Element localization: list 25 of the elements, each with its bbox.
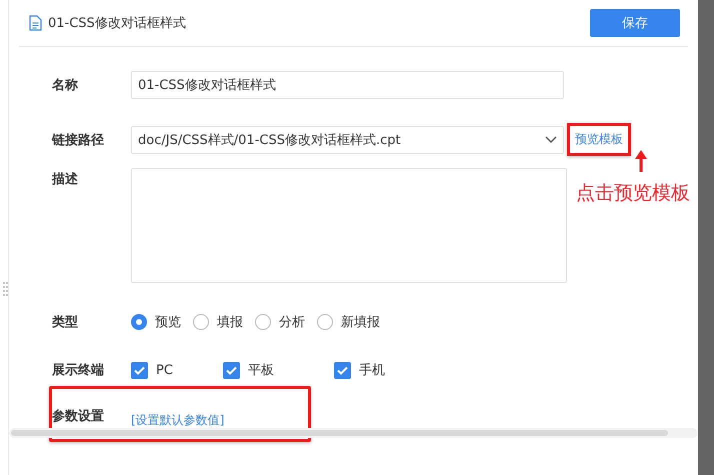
drag-handle-icon[interactable] [3, 282, 9, 296]
field-label: 参数设置 [51, 408, 105, 425]
scrollbar[interactable] [9, 428, 698, 438]
name-field[interactable]: 01-CSS修改对话框样式 [131, 71, 564, 99]
radio-option[interactable]: 新填报 [317, 313, 380, 331]
field-label: 类型 [50, 314, 79, 331]
radio-option[interactable]: 预览 [131, 313, 181, 331]
radio-option[interactable]: 分析 [255, 313, 305, 331]
checkbox-option[interactable]: 平板 [222, 361, 274, 379]
radio-option[interactable]: 填报 [193, 313, 243, 331]
field-label: 描述 [50, 171, 79, 188]
preview-link[interactable]: 预览模板 [575, 131, 623, 148]
document-icon [29, 15, 42, 31]
field-label: 展示终端 [51, 362, 105, 379]
default-params-link[interactable]: [设置默认参数值] [131, 412, 224, 429]
description-field[interactable] [131, 168, 567, 283]
field-label: 链接路径 [50, 132, 105, 148]
arrow-icon [635, 150, 647, 172]
checkbox-option[interactable]: PC [131, 362, 173, 378]
page-title: 01-CSS修改对话框样式 [48, 15, 186, 32]
path-select[interactable]: doc/JS/CSS样式/01-CSS修改对话框样式.cpt [131, 126, 564, 154]
save-button[interactable]: 保存 [590, 9, 680, 37]
field-label: 名称 [50, 77, 79, 94]
chevron-down-icon [545, 136, 557, 144]
checkbox-option[interactable]: 手机 [334, 361, 385, 379]
